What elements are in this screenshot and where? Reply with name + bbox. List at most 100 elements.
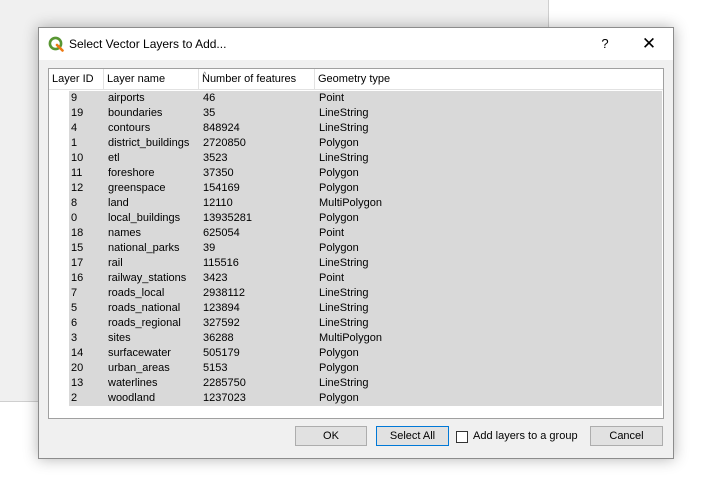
table-row[interactable]: 16 railway_stations 3423 Point: [69, 271, 662, 286]
cell-layer-id: 6: [71, 317, 78, 329]
table-row[interactable]: 19 boundaries 35 LineString: [69, 106, 662, 121]
cell-layer-id: 20: [71, 362, 84, 374]
cell-geometry-type: LineString: [319, 122, 369, 134]
cell-geometry-type: Polygon: [319, 347, 359, 359]
table-row[interactable]: 20 urban_areas 5153 Polygon: [69, 361, 662, 376]
cell-layer-id: 4: [71, 122, 78, 134]
cell-layer-name: foreshore: [108, 167, 155, 179]
cell-geometry-type: LineString: [319, 317, 369, 329]
table-row[interactable]: 7 roads_local 2938112 LineString: [69, 286, 662, 301]
cell-layer-name: greenspace: [108, 182, 166, 194]
cell-number-of-features: 37350: [203, 167, 234, 179]
add-to-group-label[interactable]: Add layers to a group: [473, 430, 578, 442]
cell-number-of-features: 154169: [203, 182, 240, 194]
cell-layer-name: woodland: [108, 392, 156, 404]
ok-button[interactable]: OK: [295, 426, 367, 446]
cell-geometry-type: Polygon: [319, 182, 359, 194]
cell-layer-id: 8: [71, 197, 78, 209]
cell-geometry-type: LineString: [319, 257, 369, 269]
table-row[interactable]: 1 district_buildings 2720850 Polygon: [69, 136, 662, 151]
cell-geometry-type: Polygon: [319, 362, 359, 374]
cell-layer-name: rail: [108, 257, 123, 269]
cell-number-of-features: 35: [203, 107, 216, 119]
cell-number-of-features: 13935281: [203, 212, 252, 224]
cell-number-of-features: 1237023: [203, 392, 246, 404]
cell-layer-name: sites: [108, 332, 131, 344]
add-to-group-checkbox[interactable]: [456, 431, 468, 443]
table-row[interactable]: 17 rail 115516 LineString: [69, 256, 662, 271]
cell-layer-name: national_parks: [108, 242, 180, 254]
cell-layer-name: roads_regional: [108, 317, 181, 329]
dialog-title: Select Vector Layers to Add...: [69, 37, 227, 51]
table-row[interactable]: 9 airports 46 Point: [69, 91, 662, 106]
table-header: Layer ID ^ Layer name Number of features…: [49, 69, 663, 90]
cancel-button[interactable]: Cancel: [590, 426, 663, 446]
table-row[interactable]: 4 contours 848924 LineString: [69, 121, 662, 136]
cell-geometry-type: LineString: [319, 152, 369, 164]
cell-layer-id: 2: [71, 392, 78, 404]
table-row[interactable]: 8 land 12110 MultiPolygon: [69, 196, 662, 211]
qgis-logo-icon: [48, 36, 64, 52]
cell-layer-name: local_buildings: [108, 212, 181, 224]
cell-layer-id: 0: [71, 212, 78, 224]
table-row[interactable]: 13 waterlines 2285750 LineString: [69, 376, 662, 391]
column-header-layer-name[interactable]: ^ Layer name: [104, 69, 206, 89]
cell-number-of-features: 3423: [203, 272, 228, 284]
table-row[interactable]: 10 etl 3523 LineString: [69, 151, 662, 166]
cell-number-of-features: 123894: [203, 302, 240, 314]
cell-geometry-type: LineString: [319, 107, 369, 119]
layers-table[interactable]: Layer ID ^ Layer name Number of features…: [48, 68, 664, 419]
select-vector-layers-dialog: Select Vector Layers to Add... ? ✕ Layer…: [38, 27, 674, 459]
table-row[interactable]: 14 surfacewater 505179 Polygon: [69, 346, 662, 361]
cell-layer-name: roads_local: [108, 287, 165, 299]
cell-layer-name: waterlines: [108, 377, 158, 389]
cell-layer-id: 12: [71, 182, 84, 194]
column-header-layer-id[interactable]: Layer ID: [49, 69, 104, 89]
cell-layer-id: 11: [71, 167, 83, 179]
cell-number-of-features: 2938112: [203, 287, 246, 299]
cell-geometry-type: MultiPolygon: [319, 197, 382, 209]
table-row[interactable]: 18 names 625054 Point: [69, 226, 662, 241]
cell-number-of-features: 115516: [203, 257, 239, 269]
cell-layer-id: 19: [71, 107, 84, 119]
cell-layer-name: boundaries: [108, 107, 163, 119]
column-header-geometry-type[interactable]: Geometry type: [315, 69, 663, 89]
cell-geometry-type: Polygon: [319, 212, 359, 224]
cell-layer-id: 1: [71, 137, 78, 149]
cell-number-of-features: 848924: [203, 122, 240, 134]
table-row[interactable]: 0 local_buildings 13935281 Polygon: [69, 211, 662, 226]
cell-layer-id: 16: [71, 272, 84, 284]
cell-geometry-type: Point: [319, 92, 345, 104]
close-button[interactable]: ✕: [635, 28, 663, 60]
cell-number-of-features: 12110: [203, 197, 233, 209]
cell-layer-name: airports: [108, 92, 145, 104]
column-header-number-of-features[interactable]: Number of features: [199, 69, 315, 89]
cell-geometry-type: Polygon: [319, 137, 359, 149]
cell-geometry-type: Polygon: [319, 242, 359, 254]
table-row[interactable]: 3 sites 36288 MultiPolygon: [69, 331, 662, 346]
table-row[interactable]: 6 roads_regional 327592 LineString: [69, 316, 662, 331]
cell-geometry-type: Point: [319, 227, 345, 239]
select-all-button[interactable]: Select All: [376, 426, 449, 446]
cell-geometry-type: Point: [319, 272, 345, 284]
table-row[interactable]: 2 woodland 1237023 Polygon: [69, 391, 662, 406]
table-row[interactable]: 5 roads_national 123894 LineString: [69, 301, 662, 316]
column-header-layer-name-label: Layer name: [107, 73, 166, 85]
cell-number-of-features: 327592: [203, 317, 240, 329]
cell-geometry-type: LineString: [319, 377, 369, 389]
table-row[interactable]: 15 national_parks 39 Polygon: [69, 241, 662, 256]
cell-number-of-features: 505179: [203, 347, 240, 359]
cell-layer-id: 17: [71, 257, 84, 269]
table-row[interactable]: 11 foreshore 37350 Polygon: [69, 166, 662, 181]
cell-layer-id: 15: [71, 242, 84, 254]
cell-number-of-features: 625054: [203, 227, 240, 239]
cell-layer-name: roads_national: [108, 302, 181, 314]
table-row[interactable]: 12 greenspace 154169 Polygon: [69, 181, 662, 196]
cell-number-of-features: 36288: [203, 332, 234, 344]
cell-number-of-features: 2285750: [203, 377, 246, 389]
help-button[interactable]: ?: [591, 28, 619, 60]
cell-layer-id: 14: [71, 347, 84, 359]
cell-geometry-type: Polygon: [319, 167, 359, 179]
cell-number-of-features: 39: [203, 242, 216, 254]
cell-layer-name: names: [108, 227, 142, 239]
